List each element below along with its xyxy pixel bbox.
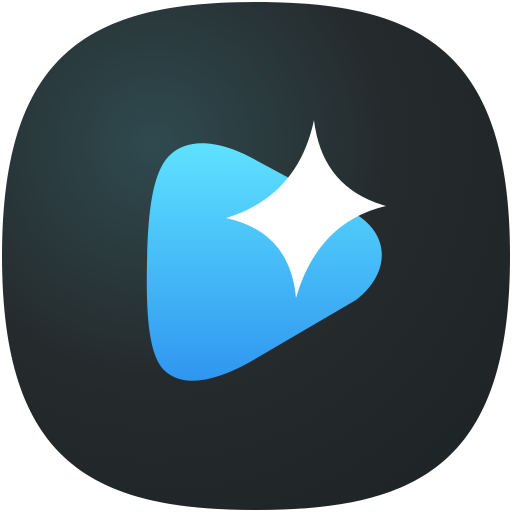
icon-canvas [0, 0, 512, 512]
app-icon[interactable] [0, 0, 512, 512]
